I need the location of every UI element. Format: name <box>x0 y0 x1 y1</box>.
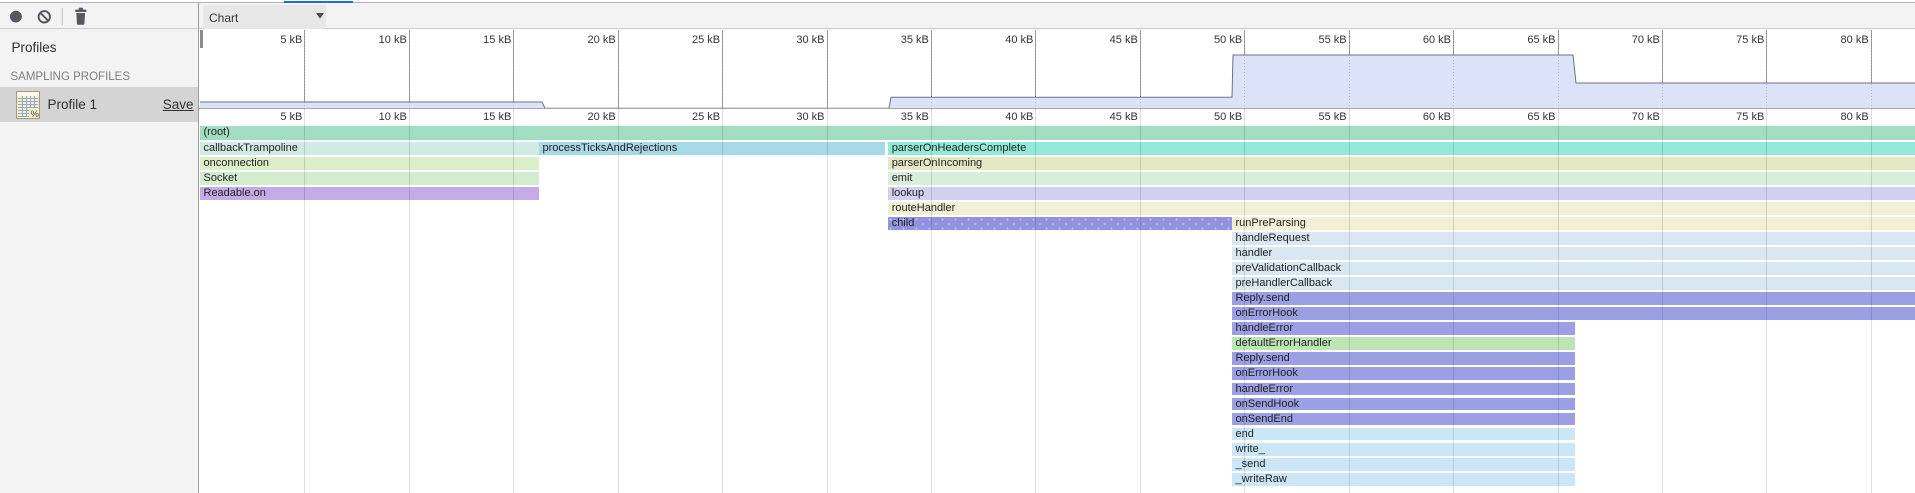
svg-text:%: % <box>30 109 39 119</box>
